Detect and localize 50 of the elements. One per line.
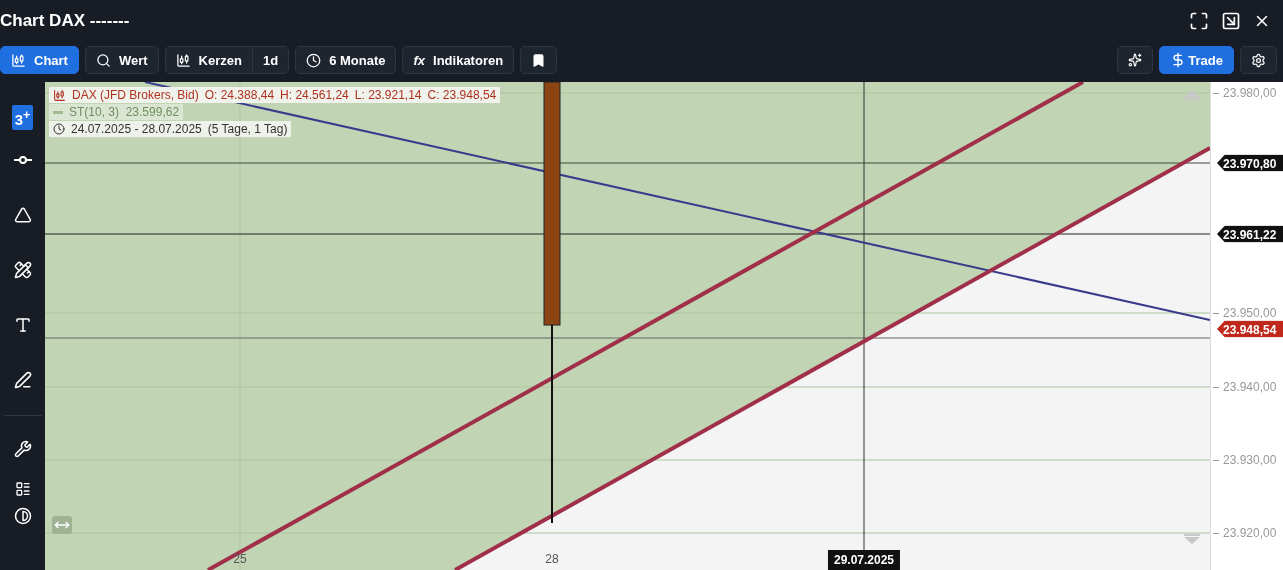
chart-button[interactable]: Chart xyxy=(0,46,79,74)
candlestick-icon xyxy=(175,52,191,68)
annotation-icon xyxy=(13,370,32,389)
settings-icon xyxy=(1251,52,1266,68)
price-tick: 23.930,00 xyxy=(1223,453,1277,467)
trade-button[interactable]: Trade xyxy=(1159,46,1234,74)
symbol-label: DAX (JFD Brokers, Bid) xyxy=(72,88,199,102)
window-title: Chart DAX ------- xyxy=(0,11,130,31)
date-range: 24.07.2025 - 28.07.2025 xyxy=(71,122,202,136)
legend-swatch xyxy=(53,110,63,114)
ai-button[interactable] xyxy=(1117,46,1154,74)
candlestick-icon xyxy=(53,88,66,102)
candlestick-icon xyxy=(11,52,26,68)
chart-type-button[interactable]: Kerzen xyxy=(165,47,252,73)
interval-button[interactable]: 1d xyxy=(251,47,289,73)
resize-handle[interactable] xyxy=(52,516,72,534)
time-tick: 28 xyxy=(545,552,559,566)
ohlc-value: L: 23.921,14 xyxy=(354,88,422,102)
ohlc-value: H: 24.561,24 xyxy=(280,88,349,102)
bookmark-icon xyxy=(531,52,547,68)
bookmark-button[interactable] xyxy=(520,46,558,74)
search-icon xyxy=(95,52,111,68)
indicators-button[interactable]: fx Indikatoren xyxy=(402,46,515,74)
popout-icon[interactable] xyxy=(1221,11,1241,31)
contrast-icon xyxy=(13,507,32,525)
ohlc-value: O: 24.388,44 xyxy=(204,88,275,102)
search-button[interactable]: Wert xyxy=(84,46,159,74)
clock-icon xyxy=(306,52,322,68)
price-tick: 23.950,00 xyxy=(1223,306,1277,320)
price-tick: 23.980,00 xyxy=(1223,86,1277,100)
price-tick: 23.940,00 xyxy=(1223,380,1277,394)
crosshair-date: 29.07.2025 xyxy=(827,550,901,570)
price-label: 23.970,80 xyxy=(1217,154,1283,172)
time-tick: 25 xyxy=(233,552,247,566)
settings-button[interactable] xyxy=(1240,46,1277,74)
fullscreen-icon[interactable] xyxy=(1189,11,1209,31)
range-note: (5 Tage, 1 Tag) xyxy=(207,122,288,136)
ohlc-value: C: 23.948,54 xyxy=(427,88,497,102)
line-tool-icon xyxy=(13,155,32,164)
price-tick: 23.920,00 xyxy=(1223,526,1277,540)
price-label: 23.961,22 xyxy=(1217,225,1283,243)
clock-icon xyxy=(53,123,65,135)
wrench-icon xyxy=(13,440,32,458)
indicator-value: ST(10, 3) 23.599,62 xyxy=(69,105,180,119)
last-price-label: 23.948,54 xyxy=(1217,320,1283,338)
text-tool-icon xyxy=(13,315,32,334)
triangle-icon xyxy=(13,205,32,224)
layout-icon xyxy=(14,481,31,497)
period-button[interactable]: 6 Monate xyxy=(295,46,397,74)
sparkle-icon xyxy=(1128,53,1143,67)
